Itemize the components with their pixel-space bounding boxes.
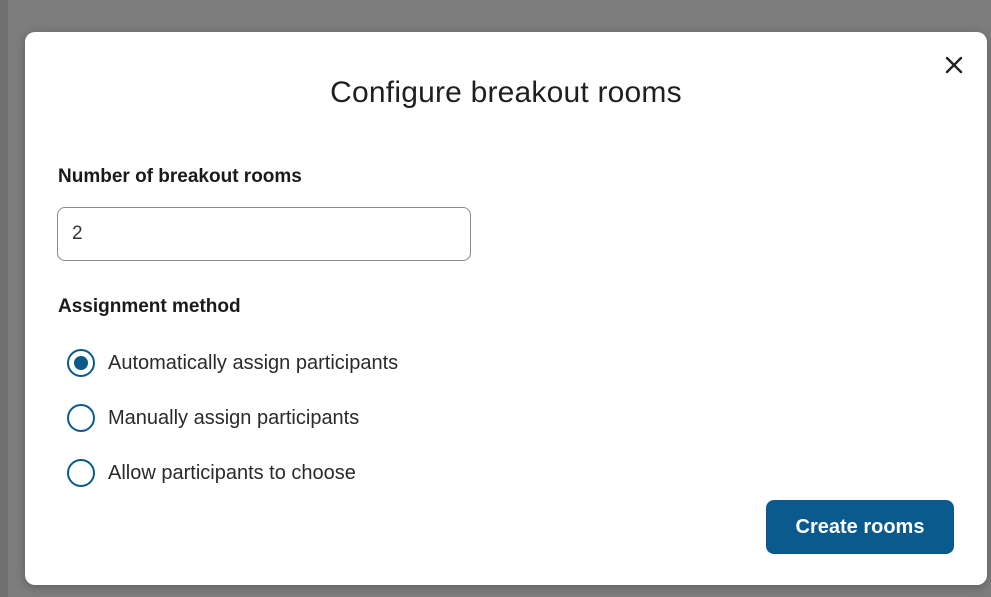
radio-option-choose[interactable]: Allow participants to choose xyxy=(67,458,356,488)
radio-label-manual: Manually assign participants xyxy=(108,406,360,429)
radio-button[interactable] xyxy=(67,459,95,487)
radio-option-manual[interactable]: Manually assign participants xyxy=(67,403,359,433)
backdrop-edge xyxy=(0,0,8,597)
create-rooms-button[interactable]: Create rooms xyxy=(766,500,954,554)
radio-button-checked[interactable] xyxy=(67,349,95,377)
radio-label-choose: Allow participants to choose xyxy=(108,461,356,484)
rooms-count-label: Number of breakout rooms xyxy=(58,166,302,187)
radio-label-automatic: Automatically assign participants xyxy=(108,351,399,374)
radio-button[interactable] xyxy=(67,404,95,432)
radio-option-automatic[interactable]: Automatically assign participants xyxy=(67,348,398,378)
close-icon[interactable] xyxy=(943,54,965,76)
rooms-count-input[interactable] xyxy=(57,207,471,261)
dialog-title: Configure breakout rooms xyxy=(330,76,682,109)
assignment-method-label: Assignment method xyxy=(58,296,241,317)
breakout-rooms-dialog: Configure breakout rooms Number of break… xyxy=(25,32,987,585)
